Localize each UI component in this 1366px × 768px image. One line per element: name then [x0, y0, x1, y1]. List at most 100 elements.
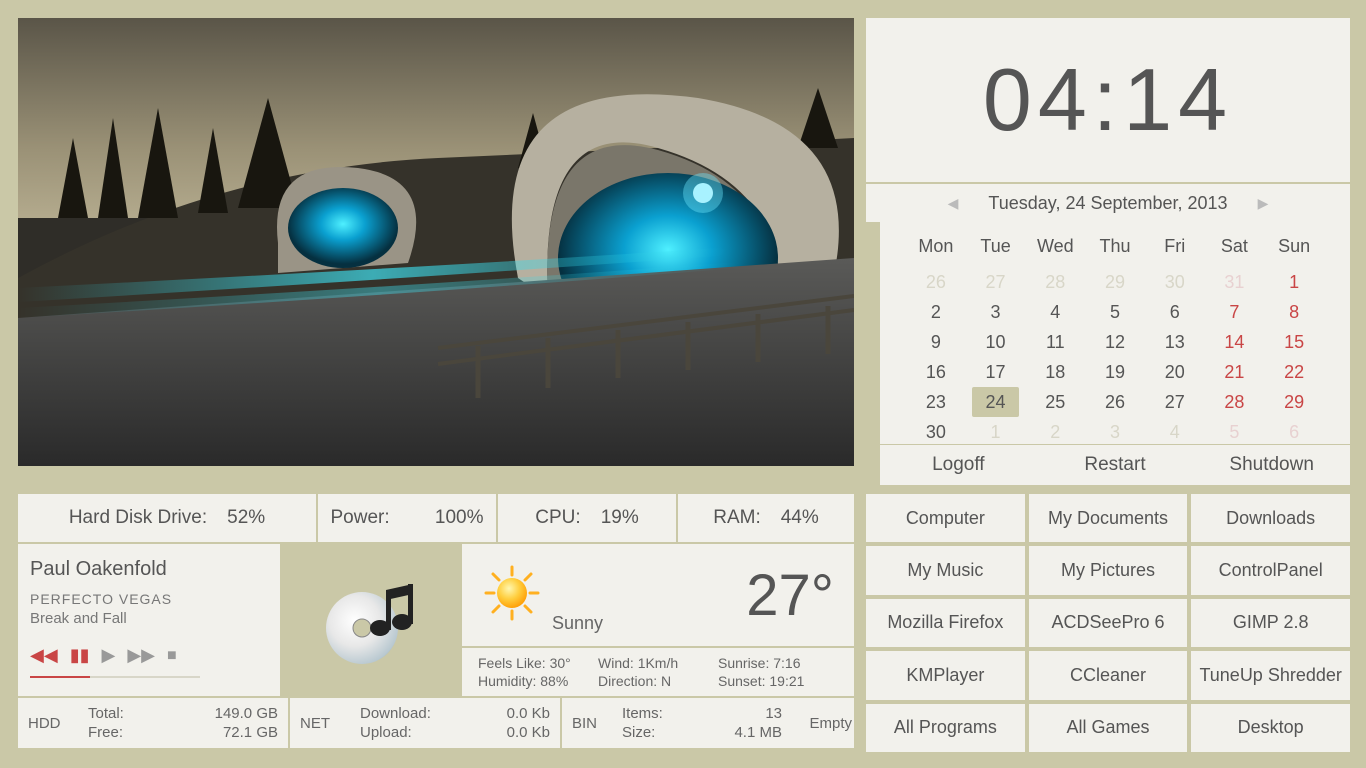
- launcher-computer[interactable]: Computer: [866, 494, 1025, 542]
- media-artist: Paul Oakenfold: [30, 558, 274, 581]
- launcher-gimp-2-8[interactable]: GIMP 2.8: [1191, 599, 1350, 647]
- logoff-button[interactable]: Logoff: [932, 454, 984, 476]
- cal-day[interactable]: 31: [1205, 267, 1265, 297]
- cal-day[interactable]: 27: [966, 267, 1026, 297]
- clock-panel: 04:14: [866, 18, 1350, 182]
- launcher-desktop[interactable]: Desktop: [1191, 704, 1350, 752]
- cal-day[interactable]: 6: [1145, 297, 1205, 327]
- hdd-panel: HDD Total:149.0 GB Free:72.1 GB: [18, 698, 288, 748]
- power-bar: Logoff Restart Shutdown: [880, 445, 1350, 485]
- cal-day[interactable]: 22: [1264, 357, 1324, 387]
- cpu-usage: CPU:19%: [498, 494, 678, 542]
- media-track: Break and Fall: [30, 610, 274, 627]
- shutdown-button[interactable]: Shutdown: [1229, 454, 1314, 476]
- cal-day[interactable]: 20: [1145, 357, 1205, 387]
- cal-day[interactable]: 1: [1264, 267, 1324, 297]
- cal-day[interactable]: 13: [1145, 327, 1205, 357]
- pause-icon[interactable]: ▮▮: [70, 645, 90, 666]
- date-bar: ◀ Tuesday, 24 September, 2013 ▶: [866, 184, 1350, 222]
- prev-track-icon[interactable]: ◀◀: [30, 645, 58, 666]
- launcher-ccleaner[interactable]: CCleaner: [1029, 651, 1188, 699]
- date-text: Tuesday, 24 September, 2013: [988, 193, 1227, 214]
- restart-button[interactable]: Restart: [1084, 454, 1145, 476]
- cal-day[interactable]: 1: [966, 417, 1026, 447]
- cal-day[interactable]: 10: [966, 327, 1026, 357]
- cal-day[interactable]: 2: [906, 297, 966, 327]
- cal-day[interactable]: 28: [1205, 387, 1265, 417]
- system-stats-bar: Hard Disk Drive:52% Power: 100% CPU:19% …: [18, 494, 854, 542]
- cal-day[interactable]: 29: [1264, 387, 1324, 417]
- calendar-panel: MonTueWedThuFriSatSun 262728293031123456…: [880, 222, 1350, 444]
- cal-day[interactable]: 3: [966, 297, 1026, 327]
- cal-day[interactable]: 4: [1145, 417, 1205, 447]
- media-album: PERFECTO VEGAS: [30, 591, 274, 607]
- prev-day-arrow-icon[interactable]: ◀: [948, 195, 959, 212]
- clock-time: 04:14: [983, 56, 1233, 144]
- next-track-icon[interactable]: ▶▶: [127, 645, 155, 666]
- cal-day[interactable]: 24: [972, 387, 1020, 417]
- media-controls: ◀◀ ▮▮ ▶ ▶▶ ■: [30, 645, 274, 666]
- cal-day[interactable]: 28: [1025, 267, 1085, 297]
- cal-header: Mon: [906, 236, 966, 257]
- cal-day[interactable]: 16: [906, 357, 966, 387]
- sun-icon: [482, 563, 542, 628]
- launcher-downloads[interactable]: Downloads: [1191, 494, 1350, 542]
- cal-day[interactable]: 27: [1145, 387, 1205, 417]
- launcher-mozilla-firefox[interactable]: Mozilla Firefox: [866, 599, 1025, 647]
- cal-day[interactable]: 6: [1264, 417, 1324, 447]
- launcher-my-documents[interactable]: My Documents: [1029, 494, 1188, 542]
- cal-day[interactable]: 7: [1205, 297, 1265, 327]
- cal-day[interactable]: 5: [1205, 417, 1265, 447]
- cal-day[interactable]: 11: [1025, 327, 1085, 357]
- stop-icon[interactable]: ■: [167, 647, 177, 665]
- cal-day[interactable]: 12: [1085, 327, 1145, 357]
- cal-header: Thu: [1085, 236, 1145, 257]
- hdd-usage: Hard Disk Drive:52%: [18, 494, 318, 542]
- cal-header: Fri: [1145, 236, 1205, 257]
- cal-day[interactable]: 30: [906, 417, 966, 447]
- cal-day[interactable]: 30: [1145, 267, 1205, 297]
- cal-day[interactable]: 18: [1025, 357, 1085, 387]
- cal-header: Wed: [1025, 236, 1085, 257]
- cal-day[interactable]: 19: [1085, 357, 1145, 387]
- launcher-tuneup-shredder[interactable]: TuneUp Shredder: [1191, 651, 1350, 699]
- cal-day[interactable]: 26: [906, 267, 966, 297]
- cal-day[interactable]: 14: [1205, 327, 1265, 357]
- cal-day[interactable]: 15: [1264, 327, 1324, 357]
- launcher-my-pictures[interactable]: My Pictures: [1029, 546, 1188, 594]
- bin-panel: BIN Items:13 Empty Size:4.1 MB: [562, 698, 854, 748]
- cal-day[interactable]: 2: [1025, 417, 1085, 447]
- launcher-my-music[interactable]: My Music: [866, 546, 1025, 594]
- play-icon[interactable]: ▶: [102, 645, 116, 666]
- cal-day[interactable]: 17: [966, 357, 1026, 387]
- launcher-controlpanel[interactable]: ControlPanel: [1191, 546, 1350, 594]
- cal-day[interactable]: 4: [1025, 297, 1085, 327]
- cal-day[interactable]: 9: [906, 327, 966, 357]
- cal-day[interactable]: 5: [1085, 297, 1145, 327]
- cal-header: Sat: [1205, 236, 1265, 257]
- cal-day[interactable]: 21: [1205, 357, 1265, 387]
- cal-day[interactable]: 26: [1085, 387, 1145, 417]
- weather-details: Feels Like: 30°Humidity: 88% Wind: 1Km/h…: [462, 648, 854, 696]
- launcher-acdseepro-6[interactable]: ACDSeePro 6: [1029, 599, 1188, 647]
- cal-day[interactable]: 8: [1264, 297, 1324, 327]
- launcher-all-games[interactable]: All Games: [1029, 704, 1188, 752]
- album-art: [280, 544, 460, 696]
- weather-condition: Sunny: [552, 613, 603, 634]
- launcher-all-programs[interactable]: All Programs: [866, 704, 1025, 752]
- wallpaper-image: [18, 18, 854, 466]
- media-player-panel: Paul Oakenfold PERFECTO VEGAS Break and …: [18, 544, 460, 696]
- empty-bin-button[interactable]: Empty: [782, 715, 852, 732]
- ram-usage: RAM:44%: [678, 494, 854, 542]
- cal-day[interactable]: 3: [1085, 417, 1145, 447]
- next-day-arrow-icon[interactable]: ▶: [1258, 195, 1269, 212]
- media-progress[interactable]: [30, 676, 200, 678]
- power-level: Power: 100%: [318, 494, 498, 542]
- weather-temp: 27°: [746, 562, 834, 629]
- net-panel: NET Download:0.0 Kb Upload:0.0 Kb: [290, 698, 560, 748]
- cal-header: Tue: [966, 236, 1026, 257]
- cal-day[interactable]: 29: [1085, 267, 1145, 297]
- launcher-kmplayer[interactable]: KMPlayer: [866, 651, 1025, 699]
- cal-day[interactable]: 23: [906, 387, 966, 417]
- cal-day[interactable]: 25: [1025, 387, 1085, 417]
